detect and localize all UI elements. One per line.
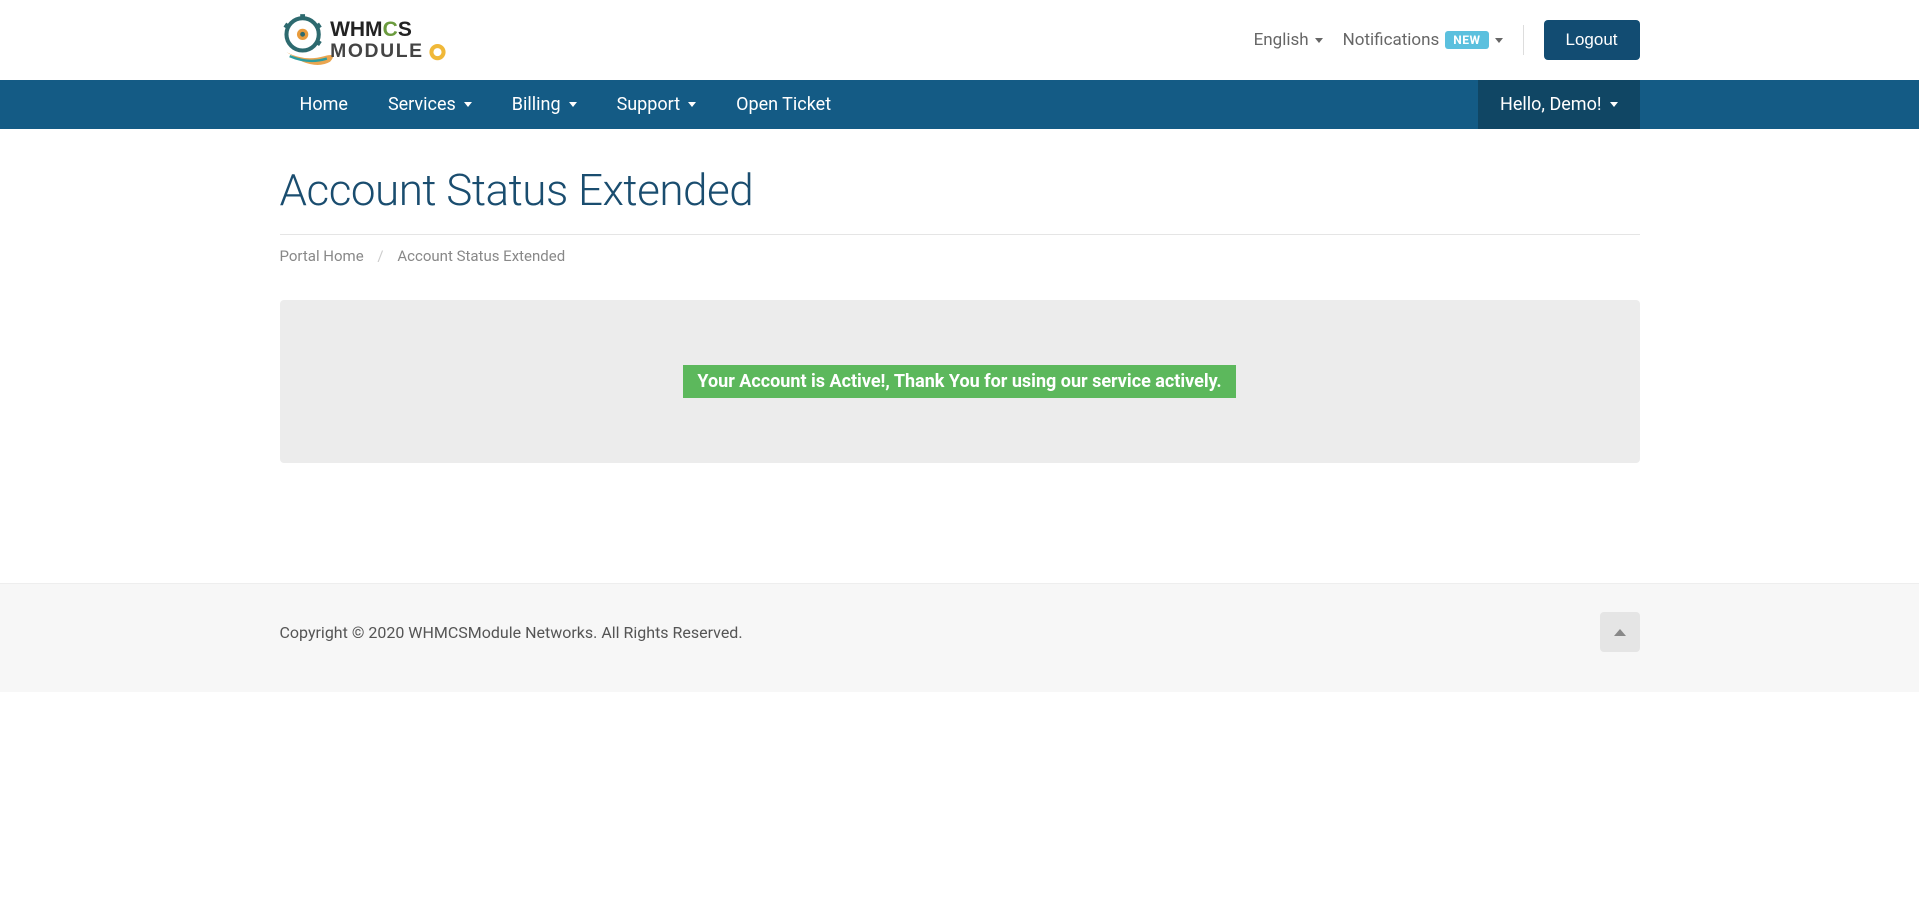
logo-text-lower: MODULE	[330, 40, 424, 62]
language-selector[interactable]: English	[1254, 30, 1323, 50]
svg-text:C: C	[382, 18, 397, 41]
nav-home[interactable]: Home	[280, 80, 368, 129]
chevron-up-icon	[1614, 629, 1626, 636]
scroll-to-top-button[interactable]	[1600, 612, 1640, 652]
header-top: WHM C S MODULE English Notifications NEW…	[280, 0, 1640, 80]
caret-down-icon	[569, 102, 577, 107]
footer: Copyright © 2020 WHMCSModule Networks. A…	[0, 583, 1919, 692]
nav-open-ticket[interactable]: Open Ticket	[716, 80, 851, 129]
caret-down-icon	[1610, 102, 1618, 107]
breadcrumb-separator: /	[377, 247, 383, 265]
breadcrumb: Portal Home / Account Status Extended	[280, 247, 1640, 265]
nav-user-menu[interactable]: Hello, Demo!	[1478, 80, 1639, 129]
nav-support[interactable]: Support	[597, 80, 717, 129]
divider	[280, 234, 1640, 235]
page-title: Account Status Extended	[280, 164, 1640, 216]
nav-label: Billing	[512, 94, 561, 115]
notifications-link[interactable]: Notifications NEW	[1343, 30, 1503, 50]
breadcrumb-home-link[interactable]: Portal Home	[280, 247, 364, 265]
logo-text-upper: WHM	[330, 18, 382, 41]
footer-copyright: Copyright © 2020 WHMCSModule Networks. A…	[280, 623, 743, 642]
status-panel: Your Account is Active!, Thank You for u…	[280, 300, 1640, 463]
nav-services[interactable]: Services	[368, 80, 492, 129]
logout-button[interactable]: Logout	[1544, 20, 1640, 60]
nav-left: Home Services Billing Support Open Ticke…	[280, 80, 852, 129]
nav-label: Services	[388, 94, 456, 115]
notifications-badge: NEW	[1445, 31, 1488, 49]
nav-label: Support	[617, 94, 681, 115]
nav-label: Open Ticket	[736, 94, 831, 115]
notifications-label: Notifications	[1343, 30, 1440, 50]
brand-logo[interactable]: WHM C S MODULE	[280, 10, 490, 70]
caret-down-icon	[688, 102, 696, 107]
user-greeting: Hello, Demo!	[1500, 94, 1601, 115]
breadcrumb-current: Account Status Extended	[397, 247, 565, 265]
main-navbar: Home Services Billing Support Open Ticke…	[0, 80, 1919, 129]
status-alert: Your Account is Active!, Thank You for u…	[683, 365, 1235, 398]
svg-text:S: S	[397, 18, 411, 41]
nav-label: Home	[300, 94, 348, 115]
nav-billing[interactable]: Billing	[492, 80, 597, 129]
language-label: English	[1254, 30, 1309, 50]
caret-down-icon	[464, 102, 472, 107]
caret-down-icon	[1495, 38, 1503, 43]
caret-down-icon	[1315, 38, 1323, 43]
header-right: English Notifications NEW Logout	[1254, 20, 1640, 60]
divider	[1523, 25, 1524, 55]
